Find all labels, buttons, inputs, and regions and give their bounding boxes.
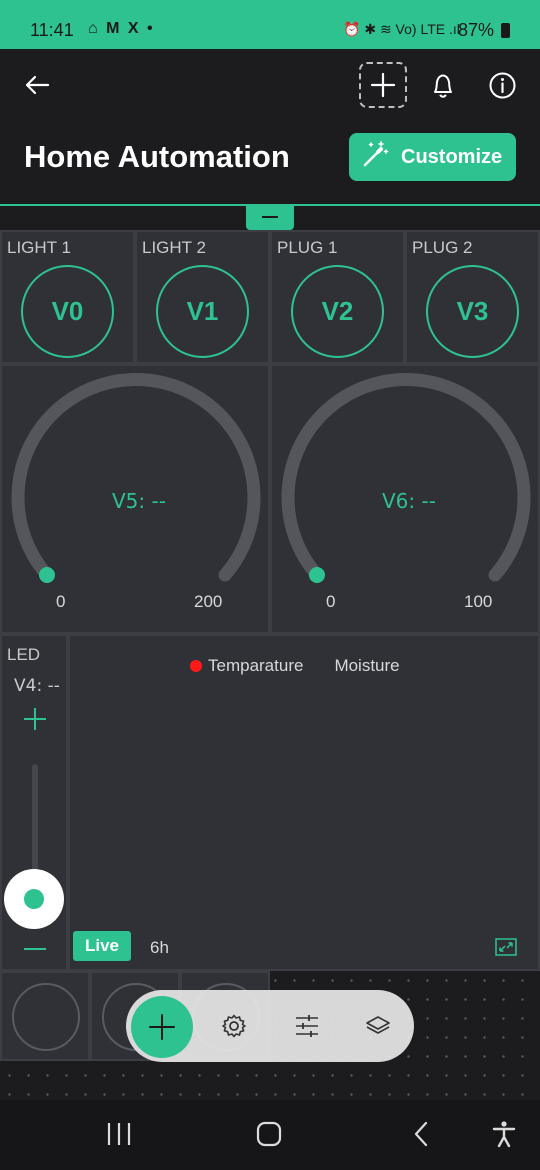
tile-label: PLUG 2 xyxy=(412,238,473,257)
add-widget-button[interactable] xyxy=(359,62,407,108)
gauge-max: 200 xyxy=(194,592,223,611)
info-icon[interactable] xyxy=(488,71,517,100)
legend-moisture[interactable]: Moisture xyxy=(334,656,399,676)
button-tile-partial-1 xyxy=(0,971,90,1061)
slider-knob[interactable] xyxy=(4,869,64,929)
sliders-icon[interactable] xyxy=(294,1013,320,1039)
gauge-tile-v5: V5: -- 0 200 xyxy=(0,364,270,634)
gauge-start-dot xyxy=(39,567,55,583)
notification-icons: ⌂ M X • xyxy=(88,20,155,37)
customize-button[interactable]: Customize xyxy=(349,133,516,181)
page-title: Home Automation xyxy=(24,139,290,174)
customize-label: Customize xyxy=(401,145,503,168)
chart-legend: Temparature Moisture xyxy=(190,656,400,676)
plus-icon xyxy=(149,1014,175,1040)
status-time: 11:41 xyxy=(30,20,74,40)
legend-dot-temperature xyxy=(190,660,202,672)
gauge-max: 100 xyxy=(464,592,493,611)
accessibility-icon[interactable] xyxy=(492,1120,516,1148)
legend-temperature[interactable]: Temparature xyxy=(208,656,303,676)
settings-gear-icon[interactable] xyxy=(221,1013,247,1039)
switch-button-v1[interactable]: V1 xyxy=(156,265,249,358)
tile-label: LIGHT 2 xyxy=(142,238,206,257)
gauge-value: V6: -- xyxy=(382,489,436,513)
increase-icon[interactable] xyxy=(22,706,48,732)
system-icons: ⏰ ✱ ≋ Vo) LTE .ıl xyxy=(343,21,460,37)
led-label: LED xyxy=(7,645,41,664)
button-tile-plug2: PLUG 2 V3 xyxy=(405,230,540,364)
add-widget-fab[interactable] xyxy=(131,996,193,1058)
recent-apps-icon[interactable] xyxy=(106,1122,132,1146)
back-arrow-icon[interactable] xyxy=(22,70,52,100)
bell-icon[interactable] xyxy=(429,71,457,101)
led-value: V4: -- xyxy=(14,676,60,696)
collapse-handle[interactable] xyxy=(246,204,294,230)
gauge-min: 0 xyxy=(326,592,336,611)
switch-button-v2[interactable]: V2 xyxy=(291,265,384,358)
button-tile-light1: LIGHT 1 V0 xyxy=(0,230,135,364)
gauge-tile-v6: V6: -- 0 100 xyxy=(270,364,540,634)
gauge-start-dot xyxy=(309,567,325,583)
live-button[interactable]: Live xyxy=(73,931,131,961)
gauge-value: V5: -- xyxy=(112,489,166,513)
tile-label: PLUG 1 xyxy=(277,238,338,257)
gauge-min: 0 xyxy=(56,592,66,611)
back-icon[interactable] xyxy=(412,1121,430,1147)
minus-icon xyxy=(262,216,278,218)
magic-wand-icon xyxy=(361,140,389,174)
layers-icon[interactable] xyxy=(364,1013,392,1039)
battery-icon xyxy=(501,23,511,38)
home-icon[interactable] xyxy=(256,1121,282,1147)
round-button[interactable] xyxy=(12,983,80,1051)
tile-label: LIGHT 1 xyxy=(7,238,71,257)
button-tile-light2: LIGHT 2 V1 xyxy=(135,230,270,364)
expand-icon[interactable] xyxy=(495,938,519,958)
plus-icon xyxy=(370,72,396,98)
battery-level: 87% xyxy=(458,20,511,41)
chart-tile: Temparature Moisture 6h xyxy=(68,634,540,971)
range-6h-button[interactable]: 6h xyxy=(150,938,169,958)
switch-button-v0[interactable]: V0 xyxy=(21,265,114,358)
button-tile-plug1: PLUG 1 V2 xyxy=(270,230,405,364)
status-bar: 11:41 ⌂ M X • ⏰ ✱ ≋ Vo) LTE .ıl 87% xyxy=(0,0,540,49)
switch-button-v3[interactable]: V3 xyxy=(426,265,519,358)
slider-knob-center xyxy=(24,889,44,909)
decrease-icon[interactable] xyxy=(22,944,48,954)
